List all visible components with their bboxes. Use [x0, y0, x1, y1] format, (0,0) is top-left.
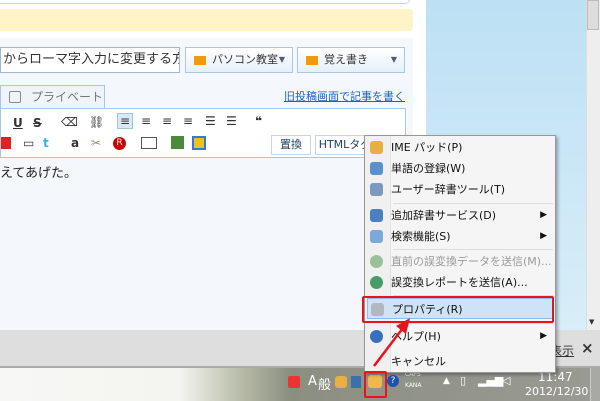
quote-icon[interactable]: ❝: [255, 114, 262, 128]
replace-button[interactable]: 置換: [271, 135, 311, 155]
menu-item-send-report[interactable]: 誤変換レポートを送信(A)...: [365, 272, 555, 293]
volume-icon[interactable]: ◁: [502, 374, 510, 387]
folder-icon: [306, 56, 318, 65]
scrollbar-thumb[interactable]: [587, 0, 599, 30]
bullet-list-icon[interactable]: ☰: [205, 114, 216, 128]
annotation-arrow: [373, 318, 410, 367]
add-dictionary-icon: [370, 209, 383, 222]
strikethrough-icon[interactable]: S: [33, 116, 42, 130]
category-label: 覚え書き: [324, 53, 368, 66]
lock-icon: [9, 91, 21, 103]
menu-label: ユーザー辞書ツール(T): [391, 183, 506, 196]
notice-bar: [0, 9, 413, 31]
old-editor-link[interactable]: 旧投稿画面で記事を書く: [284, 88, 405, 104]
send-report-icon: [370, 276, 383, 289]
editor-body-text[interactable]: えてあげた。: [0, 162, 77, 181]
menu-item-user-dictionary[interactable]: ユーザー辞書ツール(T): [365, 179, 555, 200]
user-dictionary-icon: [370, 183, 383, 196]
tab-label: プライベート: [31, 90, 104, 104]
ime-kanji[interactable]: 般: [318, 374, 331, 393]
menu-item-word-register[interactable]: 単語の登録(W): [365, 158, 555, 179]
menu-label: 誤変換レポートを送信(A)...: [391, 276, 528, 289]
send-data-icon: [370, 255, 383, 268]
kana-indicator: KANA: [405, 382, 422, 389]
menu-item-ime-pad[interactable]: IME パッド(P): [365, 137, 555, 158]
category-label: パソコン教室: [212, 53, 278, 66]
link-icon[interactable]: ⛓: [89, 115, 104, 129]
tray-app-icon[interactable]: [288, 376, 300, 388]
category-dropdown-2[interactable]: 覚え書き ▼: [297, 47, 405, 73]
tv-icon[interactable]: ▭: [23, 136, 34, 150]
signal-icon[interactable]: ▂▄▆: [478, 374, 503, 387]
word-register-icon: [370, 162, 383, 175]
scrollbar[interactable]: [586, 0, 600, 330]
show-desktop-button[interactable]: [590, 368, 600, 401]
amazon-icon[interactable]: a: [71, 136, 79, 150]
chevron-down-icon: ▼: [390, 55, 397, 64]
rakuten-icon[interactable]: R: [113, 137, 126, 150]
youtube-icon[interactable]: [1, 137, 11, 149]
highlight-box-tray-icon: [364, 371, 387, 398]
menu-label: 検索機能(S): [391, 230, 451, 243]
ime-mode[interactable]: A: [308, 374, 317, 389]
scroll-down-icon[interactable]: ▼: [589, 318, 594, 326]
align-right-icon[interactable]: ≡: [162, 114, 172, 128]
numbered-list-icon[interactable]: ☰: [226, 114, 237, 128]
menu-label: IME パッド(P): [391, 141, 463, 154]
menu-label: 追加辞書サービス(D): [391, 209, 497, 222]
menu-item-add-dictionary[interactable]: 追加辞書サービス(D) ▶: [365, 205, 555, 226]
search-icon: [370, 230, 383, 243]
menu-item-send-data: 直前の誤変換データを送信(M)...: [365, 251, 555, 272]
clock-date[interactable]: 2012/12/30: [525, 385, 588, 398]
menu-label: 単語の登録(W): [391, 162, 466, 175]
dictionary-icon[interactable]: [351, 376, 361, 388]
scissors-icon[interactable]: ✂: [91, 136, 101, 150]
help-icon[interactable]: ?: [387, 375, 399, 387]
twitter-icon[interactable]: t: [43, 136, 49, 150]
underline-icon[interactable]: U: [13, 116, 23, 130]
title-input[interactable]: からローマ字入力に変更する方法: [0, 47, 180, 73]
ime-pad-icon: [370, 141, 383, 154]
menu-item-search[interactable]: 検索機能(S) ▶: [365, 226, 555, 247]
eraser-icon[interactable]: ⌫: [61, 115, 78, 129]
chevron-down-icon: ▼: [278, 55, 285, 64]
evernote-icon[interactable]: [171, 136, 184, 149]
tab-private[interactable]: プライベート: [0, 85, 105, 109]
folder-icon: [194, 56, 206, 65]
close-icon[interactable]: ×: [581, 339, 594, 357]
submenu-arrow-icon: ▶: [540, 331, 547, 341]
editor-panel: [0, 38, 413, 330]
align-center-icon[interactable]: ≡: [141, 114, 151, 128]
align-left-icon[interactable]: ≡: [117, 113, 134, 129]
media-icon[interactable]: [141, 137, 157, 149]
editor-toolbar: U S ⌫ ⛓ ≡ ≡ ≡ ≡ ☰ ☰ ❝ ▭ t a ✂ R 置換 HTMLタ…: [0, 108, 406, 158]
map-icon[interactable]: [192, 136, 206, 150]
submenu-arrow-icon: ▶: [540, 231, 547, 241]
network-plug-icon[interactable]: ▯: [460, 374, 466, 387]
top-box: [0, 0, 410, 4]
justify-icon[interactable]: ≡: [183, 114, 193, 128]
submenu-arrow-icon: ▶: [540, 210, 547, 220]
ime-pad-icon[interactable]: [335, 376, 347, 388]
category-dropdown-1[interactable]: パソコン教室 ▼: [185, 47, 293, 73]
show-hidden-icons[interactable]: ▲: [443, 376, 450, 386]
menu-label: 直前の誤変換データを送信(M)...: [391, 255, 552, 268]
